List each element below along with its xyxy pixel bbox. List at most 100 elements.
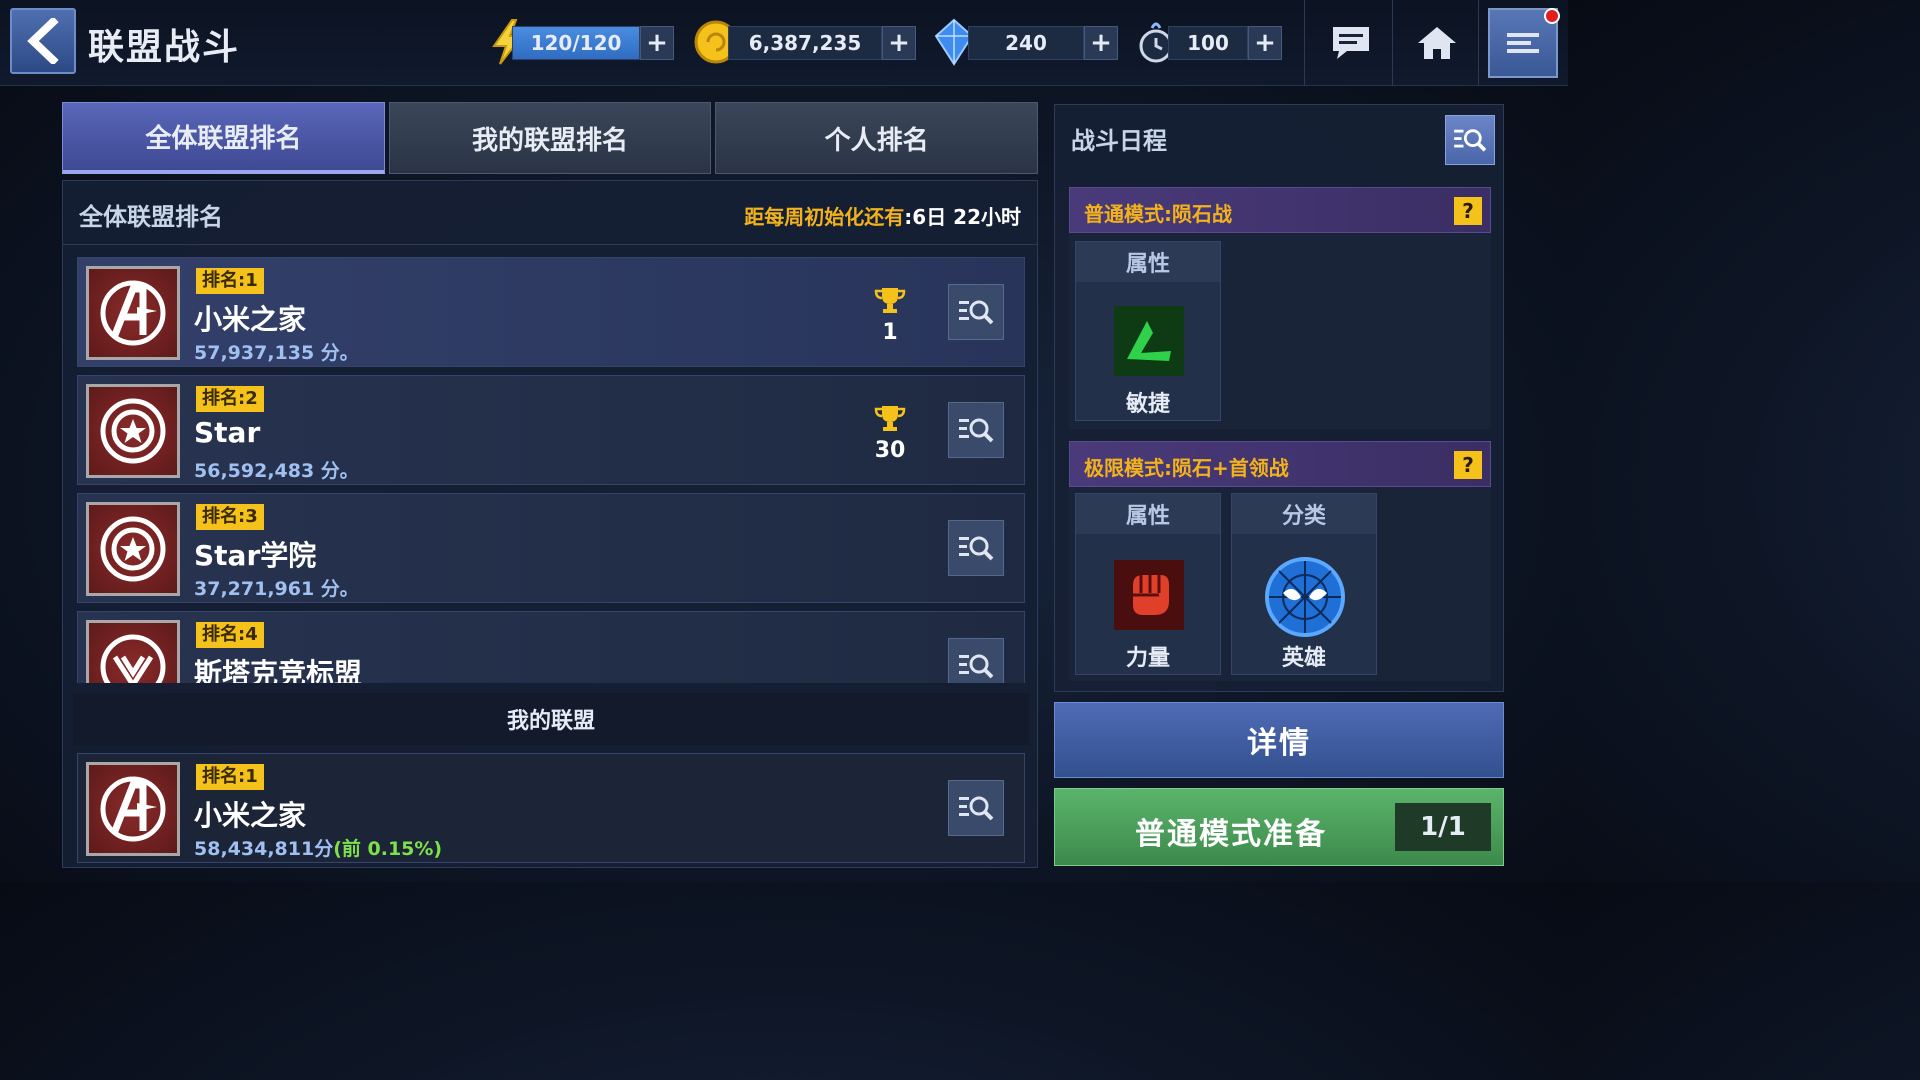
shield-star-emblem-icon <box>86 384 180 478</box>
my-alliance-header: 我的联盟 <box>73 693 1029 745</box>
reset-countdown-value: :6日 22小时 <box>904 205 1021 229</box>
normal-mode-label: 普通模式:陨石战 <box>1084 202 1232 226</box>
prepare-normal-mode-button[interactable]: 普通模式准备 1/1 <box>1054 788 1504 866</box>
tab-personal-ranking[interactable]: 个人排名 <box>715 102 1039 174</box>
chevron-left-icon <box>27 18 59 64</box>
reset-countdown: 距每周初始化还有:6日 22小时 <box>744 201 1021 230</box>
rank-badge: 排名:3 <box>196 504 264 530</box>
inspect-button[interactable] <box>948 284 1004 340</box>
energy-add-button[interactable]: + <box>640 26 674 60</box>
search-list-icon <box>1454 129 1487 152</box>
hero-mask-icon <box>1262 554 1348 640</box>
crystal-value: 240 <box>968 26 1084 60</box>
attribute-label: 敏捷 <box>1125 392 1170 417</box>
tab-all-alliance-ranking[interactable]: 全体联盟排名 <box>62 102 385 174</box>
alliance-score-percentile: (前 0.15%) <box>333 838 443 860</box>
prepare-count: 1/1 <box>1395 803 1491 851</box>
search-list-icon <box>959 418 994 443</box>
search-list-icon <box>959 796 994 821</box>
schedule-inspect-button[interactable] <box>1445 115 1495 165</box>
tab-my-alliance-ranking[interactable]: 我的联盟排名 <box>388 102 712 174</box>
extreme-mode-label: 极限模式:陨石+首领战 <box>1084 456 1289 480</box>
inspect-button[interactable] <box>948 780 1004 836</box>
page-title: 联盟战斗 <box>88 27 241 68</box>
extreme-class-card: 分类 英雄 <box>1231 493 1377 675</box>
crystal-add-button[interactable]: + <box>1084 26 1118 60</box>
ranking-row[interactable]: 排名:1 小米之家 57,937,135 分。 1 <box>77 257 1025 367</box>
class-label: 英雄 <box>1281 646 1326 671</box>
gold-add-button[interactable]: + <box>882 26 916 60</box>
normal-mode-bar: 普通模式:陨石战 ? <box>1069 187 1491 233</box>
gold-value: 6,387,235 <box>728 26 882 60</box>
alliance-score: 57,937,135 分。 <box>194 342 359 364</box>
trophy: 1 <box>868 286 912 345</box>
battle-schedule-panel: 战斗日程 普通模式:陨石战 ? 属性 敏捷 极限模式:陨石+首领战 ? 属性 力… <box>1054 104 1504 692</box>
agility-icon <box>1114 306 1184 376</box>
attribute-label: 力量 <box>1125 646 1170 671</box>
back-button[interactable] <box>10 8 76 74</box>
my-alliance-row[interactable]: 排名:1 小米之家 58,434,811分(前 0.15%) <box>77 753 1025 863</box>
notification-dot <box>1544 8 1560 24</box>
extreme-mode-help-button[interactable]: ? <box>1454 451 1482 479</box>
avengers-emblem-icon <box>86 762 180 856</box>
alliance-name: Star学院 <box>194 539 317 572</box>
rank-badge: 排名:1 <box>196 268 264 294</box>
divider <box>1478 0 1479 86</box>
stark-emblem-icon <box>86 620 180 683</box>
stamina-add-button[interactable]: + <box>1248 26 1282 60</box>
rank-badge: 排名:4 <box>196 622 264 648</box>
shield-star-emblem-icon <box>86 502 180 596</box>
trophy-count: 30 <box>874 438 906 463</box>
inspect-button[interactable] <box>948 638 1004 683</box>
search-list-icon <box>959 536 994 561</box>
alliance-score: 58,434,811分(前 0.15%) <box>194 834 442 861</box>
reset-countdown-label: 距每周初始化还有 <box>744 205 905 229</box>
inspect-button[interactable] <box>948 520 1004 576</box>
strength-fist-icon <box>1114 560 1184 630</box>
energy-value: 120/120 <box>512 26 640 60</box>
top-bar: 联盟战斗 120/120 + 6,387,235 + 240 + 100 + <box>0 0 1568 86</box>
ranking-panel: 全体联盟排名 距每周初始化还有:6日 22小时 排名:1 小米之家 57,937… <box>62 180 1038 868</box>
divider <box>1392 0 1393 86</box>
extreme-mode-bar: 极限模式:陨石+首领战 ? <box>1069 441 1491 487</box>
stamina-value: 100 <box>1168 26 1248 60</box>
attribute-header: 属性 <box>1076 494 1220 534</box>
ranking-tabs: 全体联盟排名 我的联盟排名 个人排名 <box>62 102 1039 174</box>
avengers-emblem-icon <box>86 266 180 360</box>
trophy-icon <box>874 406 906 431</box>
ranking-row[interactable]: 排名:4 斯塔克竞标盟 <box>77 611 1025 683</box>
normal-attribute-card: 属性 敏捷 <box>1075 241 1221 421</box>
inspect-button[interactable] <box>948 402 1004 458</box>
menu-button[interactable] <box>1488 8 1560 78</box>
search-list-icon <box>959 300 994 325</box>
extreme-attribute-card: 属性 力量 <box>1075 493 1221 675</box>
divider <box>1304 0 1305 86</box>
menu-icon <box>1507 33 1539 53</box>
trophy: 30 <box>868 404 912 463</box>
ranking-title: 全体联盟排名 <box>79 203 223 231</box>
ranking-row[interactable]: 排名:2 Star 56,592,483 分。 30 <box>77 375 1025 485</box>
alliance-name: 小米之家 <box>194 799 307 832</box>
trophy-icon <box>874 288 906 313</box>
details-button[interactable]: 详情 <box>1054 702 1504 778</box>
extreme-mode-body: 属性 力量 分类 英雄 <box>1069 487 1491 681</box>
alliance-name: 小米之家 <box>194 303 307 336</box>
attribute-header: 属性 <box>1076 242 1220 282</box>
chat-icon <box>1333 27 1369 59</box>
chat-button[interactable] <box>1326 18 1376 68</box>
class-header: 分类 <box>1232 494 1376 534</box>
home-button[interactable] <box>1412 18 1462 68</box>
normal-mode-help-button[interactable]: ? <box>1454 197 1482 225</box>
alliance-score: 56,592,483 分。 <box>194 460 359 482</box>
ranking-header: 全体联盟排名 距每周初始化还有:6日 22小时 <box>63 181 1037 245</box>
alliance-score: 37,271,961 分。 <box>194 578 359 600</box>
normal-mode-body: 属性 敏捷 <box>1069 233 1491 429</box>
ranking-row[interactable]: 排名:3 Star学院 37,271,961 分。 <box>77 493 1025 603</box>
home-icon <box>1418 27 1456 59</box>
alliance-score-value: 58,434,811分 <box>194 838 334 860</box>
alliance-name: 斯塔克竞标盟 <box>194 657 363 683</box>
rank-badge: 排名:2 <box>196 386 264 412</box>
ranking-list[interactable]: 排名:1 小米之家 57,937,135 分。 1 排名:2 Star 56,5… <box>63 253 1037 683</box>
battle-schedule-title: 战斗日程 <box>1071 127 1167 155</box>
rank-badge: 排名:1 <box>196 764 264 790</box>
